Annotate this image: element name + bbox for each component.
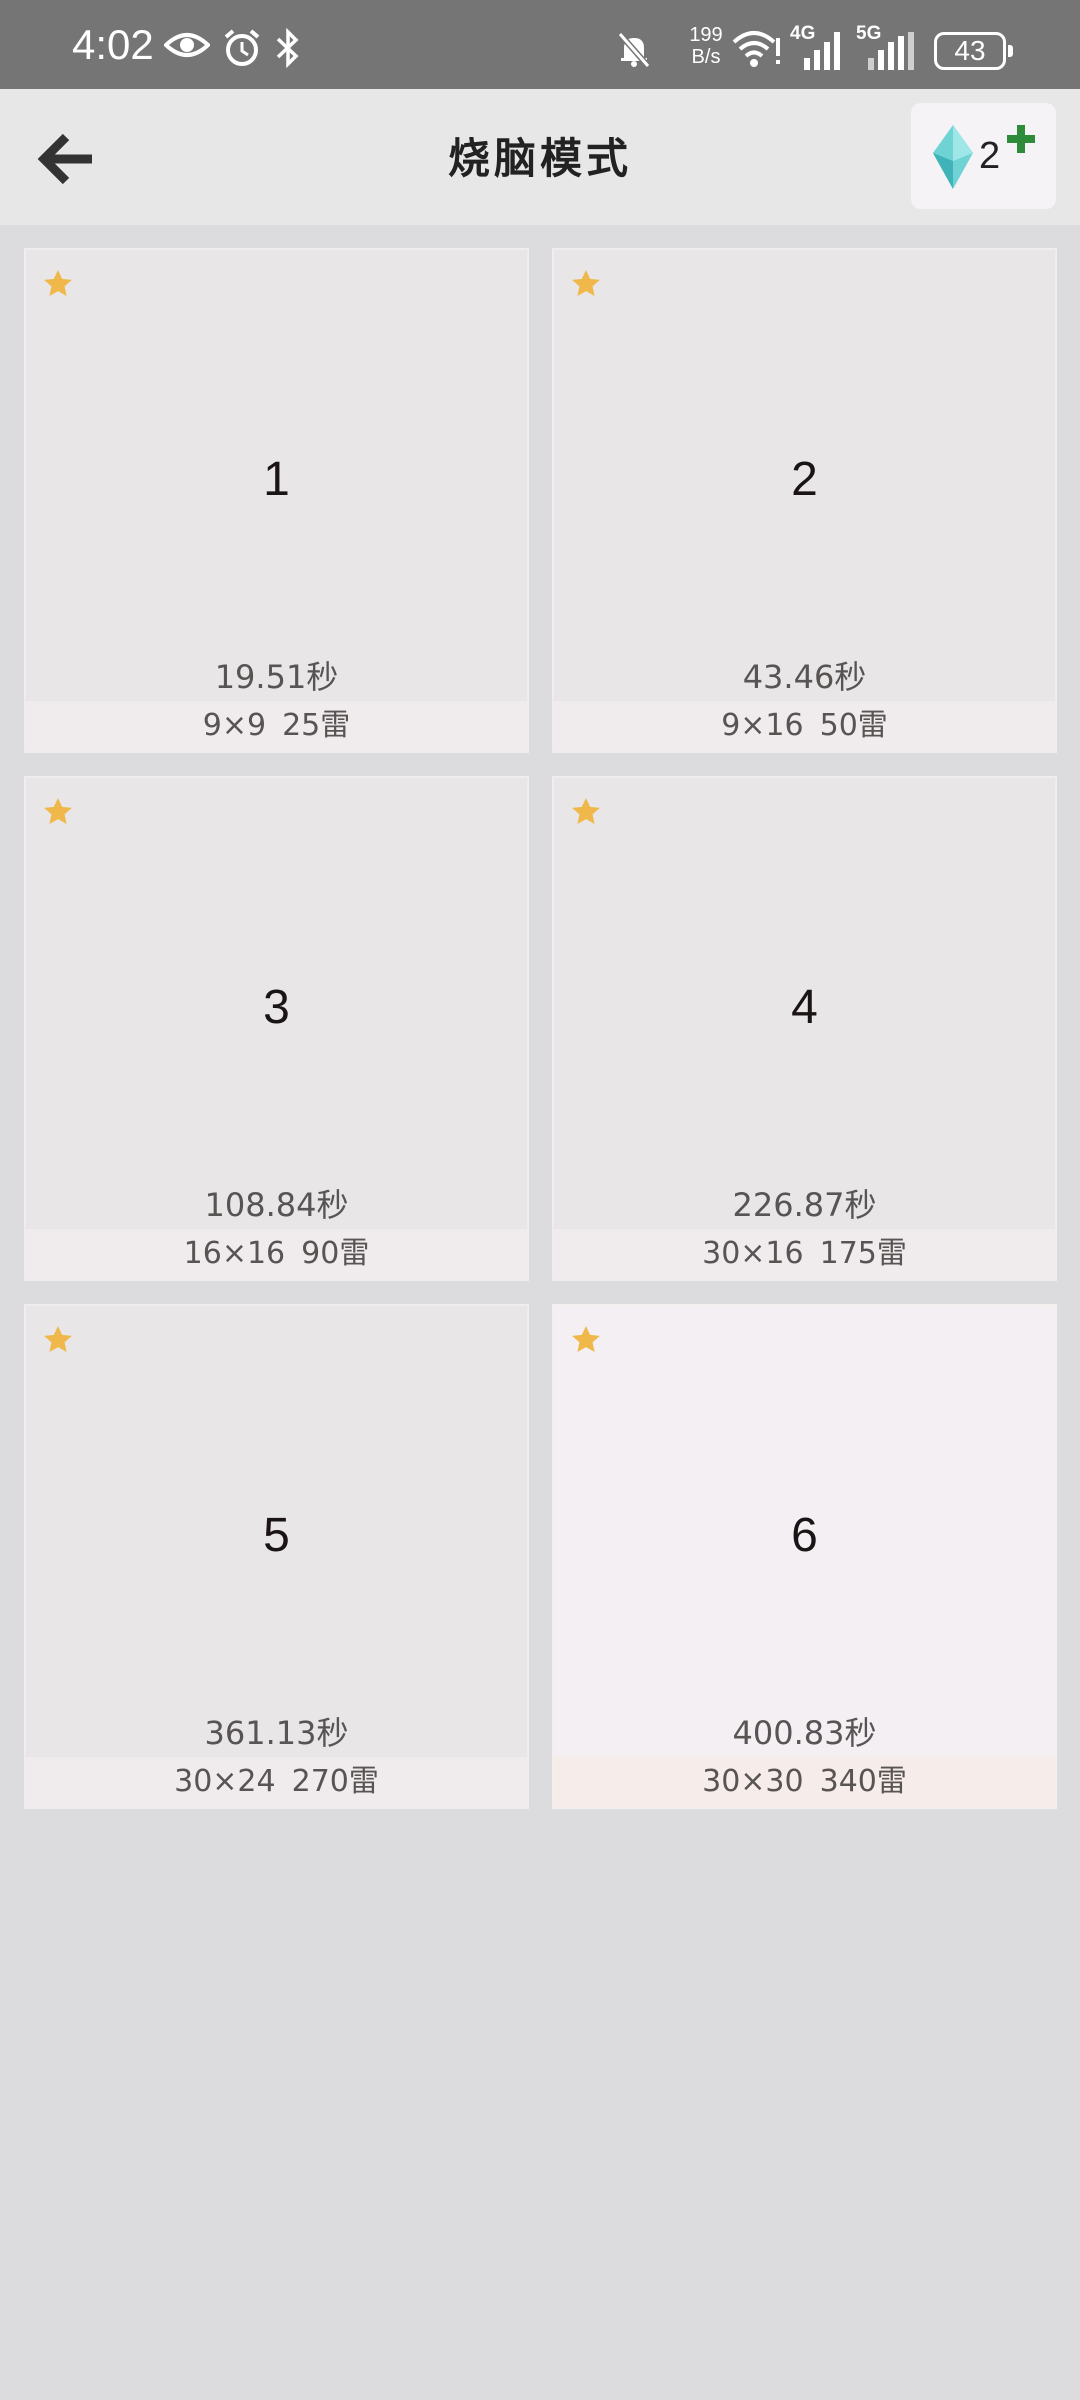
star-icon bbox=[44, 270, 72, 296]
battery-indicator: 43 bbox=[934, 32, 1013, 70]
board-size: 30×16 bbox=[702, 1236, 804, 1271]
level-card-1[interactable]: 1 19.51秒 9×9 25雷 bbox=[24, 248, 529, 753]
level-info: 9×16 50雷 bbox=[554, 701, 1055, 751]
star-icon bbox=[44, 798, 72, 824]
level-info: 9×9 25雷 bbox=[26, 701, 527, 751]
level-number: 1 bbox=[263, 453, 290, 506]
board-size: 16×16 bbox=[183, 1236, 286, 1271]
diamond-icon bbox=[933, 125, 973, 189]
level-card-3[interactable]: 3 108.84秒 16×16 90雷 bbox=[24, 776, 529, 1281]
status-time: 4:02 bbox=[72, 21, 154, 68]
gem-balance-button[interactable]: 2 bbox=[911, 103, 1056, 209]
bluetooth-icon bbox=[274, 27, 302, 72]
level-number: 5 bbox=[263, 1509, 290, 1562]
level-number: 6 bbox=[791, 1509, 818, 1562]
level-card-2[interactable]: 2 43.46秒 9×16 50雷 bbox=[552, 248, 1057, 753]
net-speed: 199 B/s bbox=[689, 24, 723, 68]
mine-count: 175雷 bbox=[819, 1236, 907, 1271]
plus-icon bbox=[1007, 125, 1035, 153]
board-size: 30×30 bbox=[702, 1764, 804, 1799]
star-icon bbox=[44, 1326, 72, 1352]
best-time: 361.13秒 bbox=[204, 1714, 349, 1752]
star-icon bbox=[572, 270, 600, 296]
arrow-left-icon bbox=[37, 133, 92, 185]
bell-muted-icon bbox=[614, 30, 654, 74]
eye-icon bbox=[163, 30, 211, 64]
level-info: 30×24 270雷 bbox=[26, 1757, 527, 1807]
screen: 4:02 199 B/s 4G 5G 43 烧脑模式 2 1 19.51秒 9×… bbox=[0, 0, 1080, 2400]
level-number: 4 bbox=[791, 981, 818, 1034]
mine-count: 270雷 bbox=[291, 1764, 379, 1799]
level-info: 16×16 90雷 bbox=[26, 1229, 527, 1279]
level-card-5[interactable]: 5 361.13秒 30×24 270雷 bbox=[24, 1304, 529, 1809]
mine-count: 340雷 bbox=[819, 1764, 907, 1799]
best-time: 226.87秒 bbox=[732, 1186, 877, 1224]
level-number: 3 bbox=[263, 981, 290, 1034]
wifi-icon bbox=[730, 28, 782, 74]
star-icon bbox=[572, 1326, 600, 1352]
best-time: 19.51秒 bbox=[214, 658, 339, 696]
signal-bars-icon bbox=[868, 32, 914, 70]
signal-5g: 5G bbox=[856, 24, 920, 70]
signal-bars-icon bbox=[804, 32, 840, 70]
board-size: 9×16 bbox=[721, 708, 804, 743]
signal-4g: 4G bbox=[790, 24, 846, 70]
level-card-4[interactable]: 4 226.87秒 30×16 175雷 bbox=[552, 776, 1057, 1281]
app-header: 烧脑模式 2 bbox=[0, 89, 1080, 225]
back-button[interactable] bbox=[30, 123, 102, 195]
best-time: 400.83秒 bbox=[732, 1714, 877, 1752]
best-time: 43.46秒 bbox=[742, 658, 867, 696]
status-bar: 4:02 199 B/s 4G 5G 43 bbox=[0, 0, 1080, 89]
page-title: 烧脑模式 bbox=[447, 134, 632, 183]
best-time: 108.84秒 bbox=[204, 1186, 349, 1224]
mine-count: 25雷 bbox=[282, 708, 351, 743]
mine-count: 50雷 bbox=[819, 708, 888, 743]
alarm-icon bbox=[222, 28, 262, 72]
star-icon bbox=[572, 798, 600, 824]
board-size: 30×24 bbox=[174, 1764, 276, 1799]
board-size: 9×9 bbox=[202, 708, 267, 743]
level-info: 30×16 175雷 bbox=[554, 1229, 1055, 1279]
level-card-6[interactable]: 6 400.83秒 30×30 340雷 bbox=[552, 1304, 1057, 1809]
mine-count: 90雷 bbox=[301, 1236, 370, 1271]
level-info: 30×30 340雷 bbox=[554, 1757, 1055, 1807]
level-number: 2 bbox=[791, 453, 818, 506]
